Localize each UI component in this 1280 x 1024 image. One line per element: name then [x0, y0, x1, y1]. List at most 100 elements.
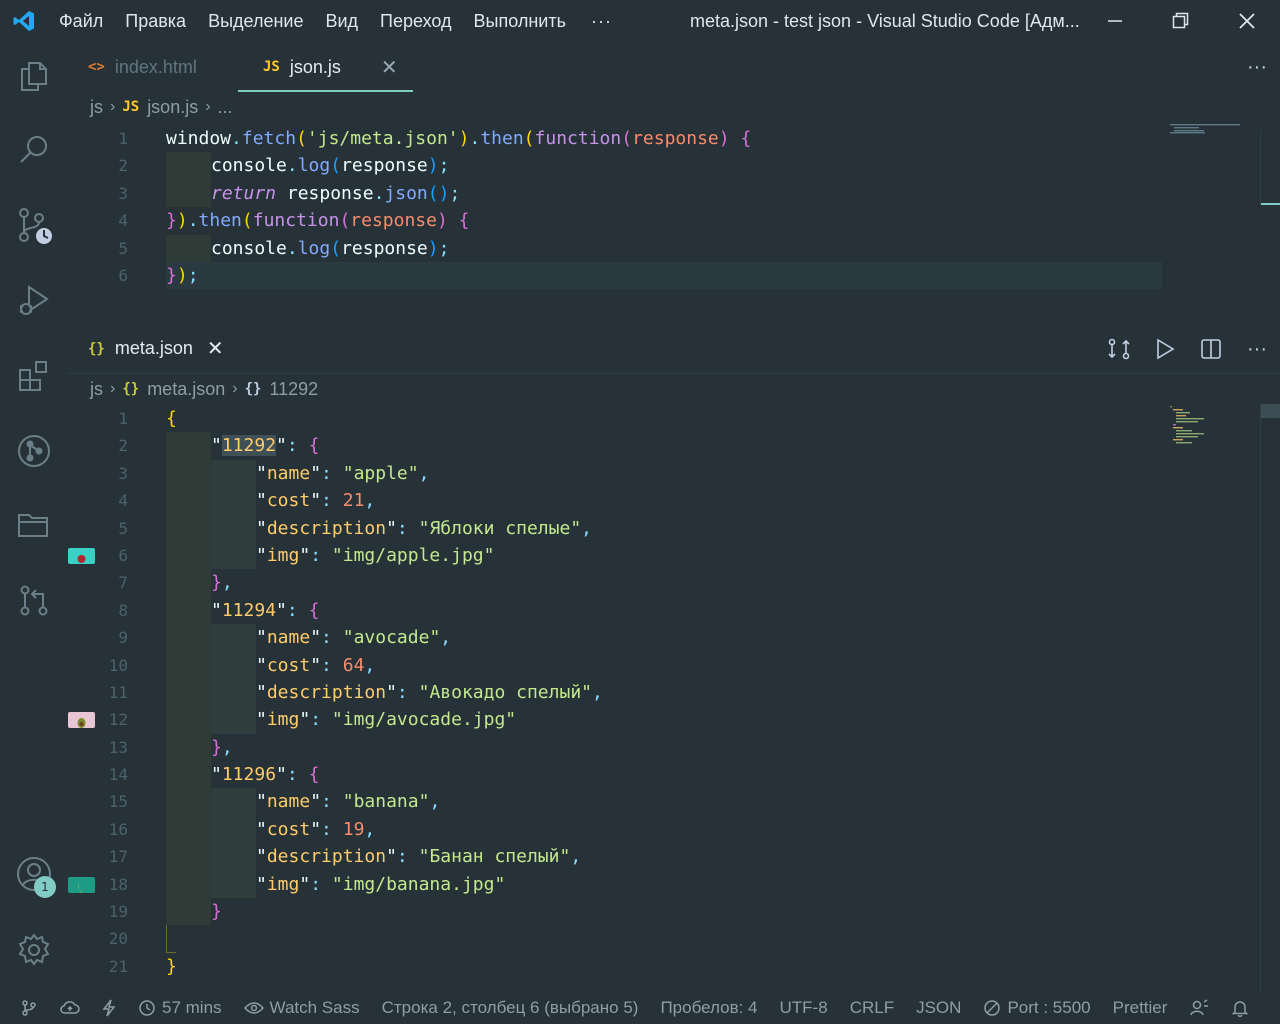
line-number: 5 [118, 238, 128, 258]
minimap[interactable] [1170, 406, 1260, 446]
eye-icon [243, 1002, 264, 1014]
line-number: 12 [108, 710, 128, 730]
minimap[interactable] [1170, 122, 1260, 136]
language-mode[interactable]: JSON [905, 998, 972, 1018]
line-number: 1 [118, 409, 128, 428]
window-title: meta.json - test json - Visual Studio Co… [690, 11, 1080, 31]
live-server-port[interactable]: Port : 5500 [972, 998, 1101, 1018]
code-line: "description": "Банан спелый", [166, 843, 581, 871]
chevron-right-icon: › [110, 98, 116, 115]
feedback-icon[interactable] [1178, 999, 1220, 1017]
scrollbar-bottom[interactable] [1260, 404, 1280, 992]
end-of-line[interactable]: CRLF [839, 998, 905, 1018]
folder-icon[interactable] [14, 505, 54, 545]
breadcrumb-file[interactable]: meta.json [147, 379, 225, 400]
breadcrumb-folder[interactable]: js [90, 379, 103, 400]
line-number: 9 [118, 628, 128, 648]
line-number: 20 [108, 929, 128, 949]
code-line: "cost": 19, [166, 815, 375, 844]
line-number: 10 [108, 655, 128, 675]
menu-go[interactable]: Переход [369, 0, 463, 42]
git-graph-icon[interactable] [14, 431, 54, 471]
branch-icon[interactable] [0, 999, 49, 1017]
watch-sass-button[interactable]: Watch Sass [233, 998, 371, 1018]
code-line: return response.json(); [166, 179, 460, 208]
source-control-icon[interactable] [14, 206, 54, 246]
code-line: "img": "img/banana.jpg" [166, 870, 505, 899]
html-file-icon: <> [88, 59, 105, 75]
indentation[interactable]: Пробелов: 4 [649, 998, 768, 1018]
activity-bar: 1 [0, 42, 68, 992]
pull-requests-icon[interactable] [14, 580, 54, 620]
tab-index-html[interactable]: <> index.html [68, 42, 238, 92]
line-number: 7 [118, 573, 128, 593]
code-line: "cost": 21, [166, 487, 375, 515]
line-number: 4 [118, 211, 128, 231]
code-line: } [166, 898, 222, 926]
vscode-logo-icon[interactable] [0, 0, 48, 42]
line-number: 21 [108, 956, 128, 976]
code-line: "img": "img/apple.jpg" [166, 541, 494, 570]
breadcrumb-folder[interactable]: js [90, 97, 103, 118]
close-window-icon[interactable] [1214, 0, 1280, 42]
run-file-icon[interactable] [1142, 324, 1188, 374]
minimize-icon[interactable] [1082, 0, 1148, 42]
code-line: "description": "Авокадо спелый", [166, 678, 603, 707]
breadcrumb-symbol[interactable]: 11292 [269, 379, 318, 400]
code-line: "11294": { [166, 596, 319, 625]
chevron-right-icon: › [205, 98, 211, 115]
line-number: 19 [108, 902, 128, 922]
line-number: 6 [118, 265, 128, 285]
compare-changes-icon[interactable] [1096, 324, 1142, 374]
breadcrumb-file[interactable]: json.js [147, 97, 198, 118]
breadcrumb-tail[interactable]: ... [218, 97, 233, 118]
search-icon[interactable] [14, 130, 54, 170]
line-number: 17 [108, 847, 128, 867]
line-number: 3 [118, 463, 128, 483]
prettier-status[interactable]: Prettier [1102, 998, 1179, 1018]
breadcrumb: js › JS json.js › ... [68, 92, 1280, 122]
line-number: 1 [118, 129, 128, 148]
status-bar: 57 mins Watch Sass Строка 2, столбец 6 (… [0, 992, 1280, 1024]
watch-sass-label: Watch Sass [269, 998, 360, 1017]
time-tracker[interactable]: 57 mins [127, 998, 233, 1018]
tab-json-js[interactable]: JS json.js ✕ [238, 42, 413, 92]
encoding[interactable]: UTF-8 [769, 998, 839, 1018]
restore-icon[interactable] [1148, 0, 1214, 42]
code-editor-json[interactable]: 1 { 2 "11292": { 3 "name": "apple", 4 "cost"… [68, 405, 1280, 980]
explorer-icon[interactable] [14, 56, 54, 96]
menu-edit[interactable]: Правка [114, 0, 197, 42]
tab-label: meta.json [114, 338, 193, 358]
menu-more-button[interactable]: ··· [577, 11, 626, 32]
menu-run[interactable]: Выполнить [463, 0, 577, 42]
sync-cloud-icon[interactable] [49, 999, 91, 1017]
lightning-icon[interactable] [91, 999, 127, 1017]
menu-file[interactable]: Файл [48, 0, 114, 42]
more-actions-button[interactable]: ··· [1234, 42, 1280, 92]
code-line: "name": "banana", [166, 788, 440, 816]
split-editor-icon[interactable] [1188, 324, 1234, 374]
tab-meta-json[interactable]: {} meta.json ✕ [68, 324, 248, 373]
cursor-position[interactable]: Строка 2, столбец 6 (выбрано 5) [371, 998, 650, 1018]
scrollbar-top[interactable] [1260, 130, 1280, 205]
close-tab-icon[interactable]: ✕ [381, 55, 398, 80]
more-actions-button[interactable]: ··· [1234, 324, 1280, 374]
breadcrumb: js › {} meta.json › {} 11292 [68, 374, 1280, 404]
menu-selection[interactable]: Выделение [197, 0, 314, 42]
notifications-bell-icon[interactable] [1220, 999, 1260, 1017]
line-number: 11 [108, 682, 128, 702]
line-number: 16 [108, 819, 128, 839]
line-number: 2 [118, 156, 128, 176]
code-line: console.log(response); [166, 152, 449, 180]
settings-gear-icon[interactable] [14, 930, 54, 970]
line-number: 3 [118, 183, 128, 203]
code-line: "description": "Яблоки спелые", [166, 514, 592, 542]
run-debug-icon[interactable] [14, 280, 54, 320]
menu-view[interactable]: Вид [314, 0, 369, 42]
code-editor-js[interactable]: 1 window.fetch('js/meta.json').then(funct… [68, 125, 1280, 290]
object-symbol-icon: {} [244, 381, 262, 397]
scroll-thumb[interactable] [1261, 404, 1280, 418]
chevron-right-icon: › [232, 380, 238, 397]
close-tab-icon[interactable]: ✕ [207, 336, 224, 361]
extensions-icon[interactable] [14, 356, 54, 396]
